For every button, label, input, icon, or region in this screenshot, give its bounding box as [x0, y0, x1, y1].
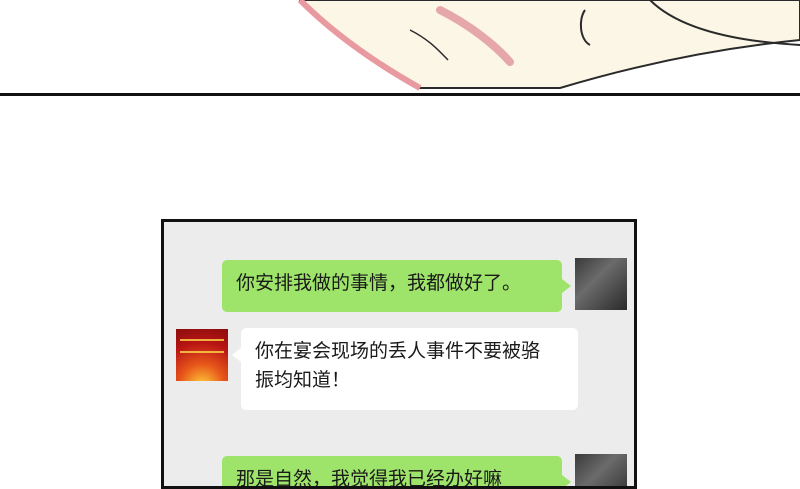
- panel-border: [0, 93, 800, 96]
- bubble-tail: [562, 475, 571, 486]
- chat-bubble-sent: 那是自然，我觉得我已经办好嘛: [222, 456, 562, 489]
- message-text: 那是自然，我觉得我已经办好嘛: [236, 468, 503, 489]
- self-avatar[interactable]: [575, 454, 627, 486]
- hand-illustration: [297, 0, 800, 91]
- bubble-tail: [232, 348, 241, 362]
- message-text-line-2: 振均知道！: [255, 369, 351, 391]
- self-avatar[interactable]: [575, 258, 627, 310]
- message-text-line-1: 你在宴会现场的丢人事件不要被骆: [255, 340, 541, 362]
- chat-screen: 你安排我做的事情，我都做好了。 你在宴会现场的丢人事件不要被骆 振均知道！ 那是…: [161, 219, 637, 489]
- chat-bubble-received: 你在宴会现场的丢人事件不要被骆 振均知道！: [241, 328, 578, 410]
- message-text: 你安排我做的事情，我都做好了。: [236, 272, 522, 294]
- chat-bubble-sent: 你安排我做的事情，我都做好了。: [222, 260, 562, 312]
- contact-avatar[interactable]: [176, 329, 228, 381]
- bubble-tail: [562, 279, 571, 293]
- comic-top-panel: [0, 0, 800, 96]
